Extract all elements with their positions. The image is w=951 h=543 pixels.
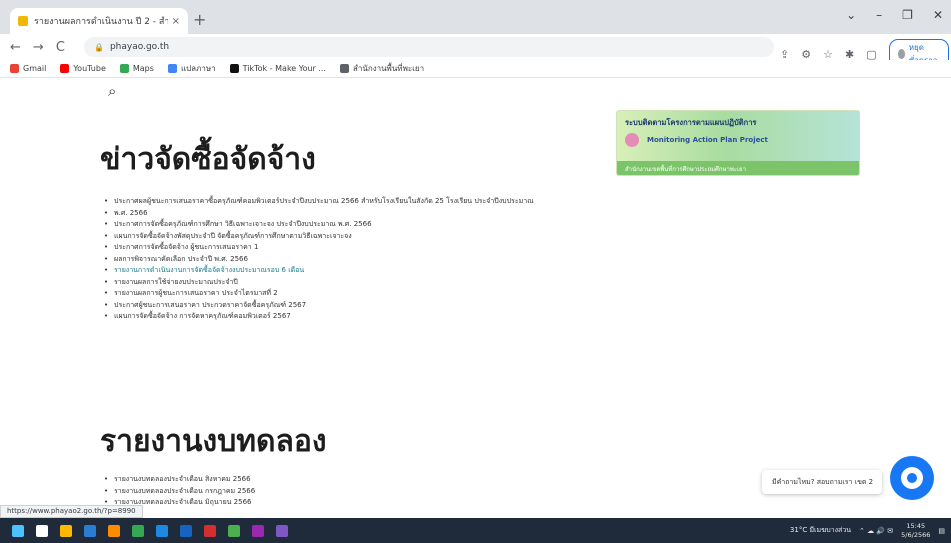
- site-info-icon[interactable]: 🔒: [94, 43, 104, 52]
- back-button[interactable]: ←: [10, 40, 21, 55]
- sidepanel-icon[interactable]: ▢: [866, 48, 876, 61]
- taskbar-app-icon[interactable]: [84, 524, 96, 537]
- extension-icon[interactable]: ⚙: [801, 48, 811, 61]
- list-item[interactable]: รายงานงบทดลองประจำเดือน กรกฎาคม 2566: [104, 486, 594, 498]
- search-icon[interactable]: ⌕: [108, 82, 116, 100]
- taskbar: 31°C มีเมฆบางส่วน ⌃ ☁ 🔊 ✉ 15:45 5/6/2566…: [0, 518, 951, 543]
- taskbar-app-icon[interactable]: [60, 524, 72, 537]
- minimize-button[interactable]: –: [876, 8, 882, 22]
- section-title-trial-balance: รายงานงบทดลอง: [100, 424, 327, 459]
- banner-subtitle: Monitoring Action Plan Project: [647, 136, 768, 144]
- bookmark-maps[interactable]: Maps: [119, 64, 154, 73]
- tray-icons[interactable]: ⌃ ☁ 🔊 ✉: [859, 527, 893, 535]
- youtube-icon: [60, 64, 70, 73]
- list-item[interactable]: ผลการพิจารณาคัดเลือก ประจำปี พ.ศ. 2566: [104, 254, 594, 266]
- clock-date: 5/6/2566: [901, 530, 931, 539]
- new-tab-button[interactable]: +: [193, 10, 206, 29]
- start-icon[interactable]: [12, 524, 24, 537]
- taskbar-app-icon[interactable]: [204, 524, 216, 537]
- share-icon[interactable]: ⇪: [780, 48, 789, 61]
- tab-title: รายงานผลการดำเนินงาน ปี 2 - สำนักงานเขตพ…: [34, 17, 168, 27]
- taskbar-app-icon[interactable]: [108, 524, 120, 537]
- list-item[interactable]: รายงานผลการผู้ชนะการเสนอราคา ประจำไตรมาส…: [104, 288, 594, 300]
- trial-balance-list: รายงานงบทดลองประจำเดือน สิงหาคม 2566รายง…: [104, 474, 594, 509]
- browser-tab[interactable]: รายงานผลการดำเนินงาน ปี 2 - สำนักงานเขตพ…: [10, 8, 188, 34]
- forward-button[interactable]: →: [33, 40, 44, 55]
- taskbar-app-icon[interactable]: [276, 524, 288, 537]
- tab-close-icon[interactable]: ×: [172, 16, 180, 27]
- list-item[interactable]: ประกาศผลผู้ชนะการเสนอราคาซื้อครุภัณฑ์คอม…: [104, 196, 594, 208]
- window-controls: ⌄ – ❐ ✕: [846, 8, 943, 22]
- tab-search-icon[interactable]: ⌄: [846, 8, 856, 22]
- bookmark-gmail[interactable]: Gmail: [10, 64, 46, 73]
- banner-footer: สำนักงานเขตพื้นที่การศึกษาประถมศึกษาพะเย…: [617, 161, 859, 175]
- favicon-icon: [18, 16, 28, 26]
- maximize-button[interactable]: ❐: [902, 8, 913, 22]
- star-icon[interactable]: ☆: [823, 48, 833, 61]
- taskbar-app-icon[interactable]: [36, 524, 48, 537]
- banner-title: ระบบติดตามโครงการตามแผนปฏิบัติการ: [625, 118, 757, 127]
- gmail-icon: [10, 64, 19, 73]
- messenger-chat-button[interactable]: [890, 456, 934, 500]
- list-item[interactable]: รายงานผลการใช้จ่ายงบประมาณประจำปี: [104, 277, 594, 289]
- clock[interactable]: 15:45 5/6/2566: [901, 522, 930, 540]
- list-item[interactable]: แผนการจัดซื้อจัดจ้าง การจัดหาครุภัณฑ์คอม…: [104, 311, 594, 323]
- notification-icon[interactable]: ▤: [938, 527, 945, 535]
- list-item[interactable]: รายงานงบทดลองประจำเดือน มิถุนายน 2566: [104, 497, 594, 509]
- bookmark-tiktok[interactable]: TikTok - Make Your ...: [229, 64, 326, 73]
- translate-icon: [167, 64, 177, 73]
- taskbar-app-icon[interactable]: [180, 524, 192, 537]
- taskbar-app-icon[interactable]: [228, 524, 240, 537]
- taskbar-apps: [0, 524, 288, 537]
- globe-icon: [340, 64, 349, 73]
- list-item[interactable]: ประกาศการจัดซื้อจัดจ้าง ผู้ชนะการเสนอราค…: [104, 242, 594, 254]
- list-item[interactable]: รายงานงบทดลองประจำเดือน สิงหาคม 2566: [104, 474, 594, 486]
- address-bar[interactable]: 🔒 phayao.go.th: [84, 37, 774, 57]
- bookmark-translate[interactable]: แปลภาษา: [167, 62, 216, 75]
- bookmark-office[interactable]: สำนักงานพื้นที่พะเยา: [340, 62, 424, 75]
- clock-time: 15:45: [906, 521, 926, 530]
- status-bar-url: https://www.phayao2.go.th/?p=8990: [0, 505, 143, 518]
- taskbar-app-icon[interactable]: [252, 524, 264, 537]
- maps-icon: [119, 64, 129, 73]
- monitoring-banner[interactable]: ระบบติดตามโครงการตามแผนปฏิบัติการ Monito…: [616, 110, 860, 176]
- list-item[interactable]: พ.ศ. 2566: [104, 208, 594, 220]
- taskbar-app-icon[interactable]: [132, 524, 144, 537]
- messenger-icon: [901, 467, 923, 489]
- list-item[interactable]: แผนการจัดซื้อจัดจ้างพัสดุประจำปี จัดซื้อ…: [104, 231, 594, 243]
- tab-strip: รายงานผลการดำเนินงาน ปี 2 - สำนักงานเขตพ…: [0, 0, 951, 34]
- bookmark-youtube[interactable]: YouTube: [60, 64, 106, 73]
- url-text: phayao.go.th: [109, 42, 170, 52]
- list-item[interactable]: ประกาศผู้ชนะการเสนอราคา ประกวดราคาจัดซื้…: [104, 300, 594, 312]
- browser-toolbar: ← → C 🔒 phayao.go.th ⇪ ⚙ ☆ ✱ ▢ หยุดชั่วค…: [0, 34, 951, 69]
- weather-widget[interactable]: 31°C มีเมฆบางส่วน: [790, 525, 851, 536]
- tiktok-icon: [229, 64, 239, 73]
- section-title-procurement: ข่าวจัดซื้อจัดจ้าง: [100, 142, 316, 177]
- close-window-button[interactable]: ✕: [933, 8, 943, 22]
- list-item[interactable]: ประกาศการจัดซื้อครุภัณฑ์การศึกษา วิธีเฉพ…: [104, 219, 594, 231]
- reload-button[interactable]: C: [56, 40, 65, 55]
- list-item[interactable]: รายงานการดำเนินงานการจัดซื้อจัดจ้างงบประ…: [104, 265, 594, 277]
- banner-logo-icon: [625, 133, 639, 147]
- taskbar-app-icon[interactable]: [156, 524, 168, 537]
- procurement-list: ประกาศผลผู้ชนะการเสนอราคาซื้อครุภัณฑ์คอม…: [104, 196, 594, 323]
- chat-prompt[interactable]: มีคำถามไหม? สอบถามเรา เขต 2: [762, 470, 882, 494]
- system-tray: 31°C มีเมฆบางส่วน ⌃ ☁ 🔊 ✉ 15:45 5/6/2566…: [790, 518, 945, 543]
- bookmarks-bar: Gmail YouTube Maps แปลภาษา TikTok - Make…: [0, 60, 951, 78]
- avatar: [897, 49, 905, 59]
- web-page: ⌕ ข่าวจัดซื้อจัดจ้าง ประกาศผลผู้ชนะการเส…: [0, 78, 951, 518]
- puzzle-icon[interactable]: ✱: [845, 48, 854, 61]
